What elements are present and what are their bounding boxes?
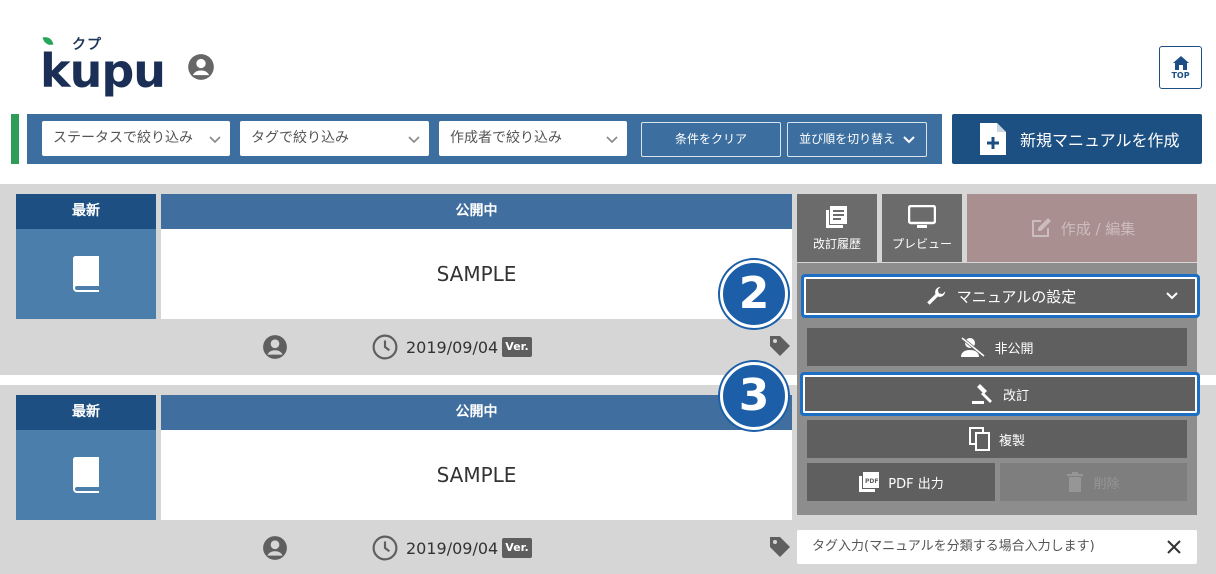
manual-thumbnail[interactable]	[16, 430, 156, 520]
latest-badge: 最新	[16, 395, 156, 430]
clock-icon	[372, 334, 398, 360]
create-edit-button[interactable]: 作成 / 編集	[967, 194, 1197, 262]
author-icon	[262, 334, 288, 360]
tag-filter-select[interactable]: タグで絞り込み	[240, 121, 429, 156]
duplicate-button[interactable]: 複製	[807, 420, 1187, 458]
close-icon[interactable]	[1166, 539, 1182, 555]
manual-settings-label: マニュアルの設定	[956, 287, 1077, 306]
status-label: 公開中	[161, 194, 792, 229]
book-icon	[72, 256, 99, 292]
user-account-icon[interactable]	[187, 53, 215, 81]
updated-date: 2019/09/04	[406, 338, 499, 357]
copy-icon	[968, 427, 990, 451]
manual-thumbnail[interactable]	[16, 229, 156, 319]
revise-button[interactable]: 改訂	[800, 372, 1200, 416]
revise-label: 改訂	[1002, 388, 1029, 404]
updated-date: 2019/09/04	[406, 539, 499, 558]
manual-title[interactable]: SAMPLE	[161, 430, 792, 520]
version-badge: Ver.	[502, 337, 532, 357]
callout-2: 2	[720, 260, 788, 328]
new-manual-button[interactable]: 新規マニュアルを作成	[952, 114, 1202, 164]
kupu-logo[interactable]: クプ kupu	[40, 34, 166, 98]
wrench-icon	[926, 286, 945, 305]
create-edit-label: 作成 / 編集	[1060, 219, 1136, 238]
pdf-icon: PDF	[859, 472, 880, 492]
duplicate-label: 複製	[998, 433, 1025, 449]
delete-button[interactable]: 削除	[1000, 463, 1187, 501]
person-off-icon	[961, 336, 986, 358]
preview-label: プレビュー	[891, 237, 952, 251]
chevron-down-icon	[606, 136, 618, 144]
chevron-down-icon	[408, 136, 420, 144]
new-manual-label: 新規マニュアルを作成	[1020, 131, 1180, 150]
book-icon	[72, 457, 99, 493]
status-filter-select[interactable]: ステータスで絞り込み	[42, 121, 230, 156]
revision-history-label: 改訂履歴	[812, 237, 861, 251]
edit-pencil-icon	[1031, 218, 1051, 237]
tag-icon[interactable]	[768, 334, 794, 360]
gavel-icon	[971, 384, 992, 404]
home-icon	[1172, 55, 1189, 70]
manual-title[interactable]: SAMPLE	[161, 229, 792, 319]
callout-3: 3	[720, 362, 788, 430]
tag-icon[interactable]	[768, 535, 794, 561]
version-badge: Ver.	[502, 538, 532, 558]
history-list-icon	[826, 206, 847, 228]
chevron-down-icon	[209, 136, 221, 144]
author-filter-select[interactable]: 作成者で絞り込み	[439, 121, 627, 156]
top-button[interactable]: TOP	[1159, 46, 1202, 89]
latest-badge: 最新	[16, 194, 156, 229]
pdf-export-button[interactable]: PDF PDF 出力	[807, 463, 995, 501]
logo-wordmark: kupu	[40, 44, 166, 98]
trash-icon	[1067, 472, 1084, 492]
new-document-icon	[980, 123, 1006, 155]
top-button-label: TOP	[1171, 70, 1190, 80]
accent-bar	[11, 114, 19, 164]
sort-toggle-label: 並び順を切り替え	[799, 132, 896, 146]
chevron-down-icon	[1166, 292, 1178, 300]
pdf-export-label: PDF 出力	[888, 476, 944, 492]
clock-icon	[372, 535, 398, 561]
tag-input[interactable]: タグ入力(マニュアルを分類する場合入力します)	[797, 530, 1197, 564]
make-private-button[interactable]: 非公開	[807, 328, 1187, 366]
tag-input-placeholder: タグ入力(マニュアルを分類する場合入力します)	[812, 539, 1095, 554]
chevron-down-icon	[903, 135, 915, 143]
svg-text:PDF: PDF	[865, 478, 878, 485]
author-filter-label: 作成者で絞り込み	[450, 130, 562, 146]
author-icon	[262, 535, 288, 561]
status-label: 公開中	[161, 395, 792, 430]
clear-filters-button[interactable]: 条件をクリア	[641, 122, 781, 157]
delete-label: 削除	[1093, 476, 1120, 492]
preview-button[interactable]: プレビュー	[882, 194, 962, 262]
manual-settings-button[interactable]: マニュアルの設定	[801, 274, 1200, 318]
make-private-label: 非公開	[994, 341, 1034, 357]
sort-toggle-button[interactable]: 並び順を切り替え	[787, 122, 927, 157]
status-filter-label: ステータスで絞り込み	[53, 130, 193, 146]
clear-filters-label: 条件をクリア	[674, 132, 747, 146]
monitor-icon	[908, 205, 936, 228]
tag-filter-label: タグで絞り込み	[251, 130, 349, 146]
revision-history-button[interactable]: 改訂履歴	[797, 194, 877, 262]
